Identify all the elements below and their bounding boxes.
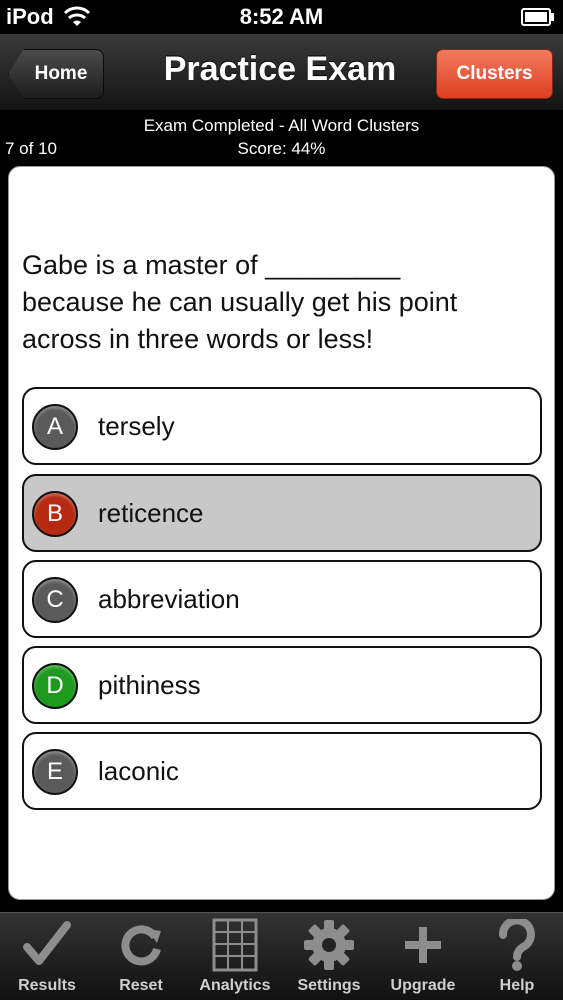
option-e-label: laconic: [98, 756, 179, 786]
plus-icon: [376, 917, 470, 973]
option-c[interactable]: C abbreviation: [22, 560, 542, 638]
question-icon: [470, 917, 563, 973]
home-button[interactable]: Home: [8, 49, 104, 99]
tab-help[interactable]: Help: [470, 913, 563, 1000]
option-b-label: reticence: [98, 498, 204, 528]
gear-icon: [282, 917, 376, 973]
navigation-bar: Home Practice Exam Clusters: [0, 34, 563, 110]
question-line: across in three words or less!: [22, 324, 374, 354]
option-e-badge: E: [32, 749, 78, 795]
tab-analytics[interactable]: Analytics: [188, 913, 282, 1000]
option-d[interactable]: D pithiness: [22, 646, 542, 724]
option-a[interactable]: A tersely: [22, 387, 542, 465]
option-d-label: pithiness: [98, 670, 201, 700]
clusters-button[interactable]: Clusters: [436, 49, 553, 99]
tab-settings[interactable]: Settings: [282, 913, 376, 1000]
tab-reset-label: Reset: [119, 977, 163, 994]
tab-results-label: Results: [18, 977, 76, 994]
grid-icon: [188, 917, 282, 973]
battery-icon: [521, 8, 554, 26]
tab-analytics-label: Analytics: [199, 977, 271, 994]
refresh-icon: [94, 917, 188, 973]
option-b[interactable]: B reticence: [22, 474, 542, 552]
status-time: 8:52 AM: [239, 4, 324, 29]
option-d-badge: D: [32, 663, 78, 709]
option-b-badge: B: [32, 491, 78, 537]
checkmark-icon: [0, 917, 94, 973]
page-title: Practice Exam: [163, 50, 397, 88]
option-c-badge: C: [32, 577, 78, 623]
question-card: Gabe is a master of _________ because he…: [8, 166, 555, 900]
question-line: Gabe is a master of _________: [22, 250, 401, 280]
tab-reset[interactable]: Reset: [94, 913, 188, 1000]
exam-status: Exam Completed - All Word Clusters: [143, 116, 420, 135]
status-bar: iPod 8:52 AM: [0, 0, 563, 34]
tab-settings-label: Settings: [297, 977, 361, 994]
tab-results[interactable]: Results: [0, 913, 94, 1000]
tab-upgrade[interactable]: Upgrade: [376, 913, 470, 1000]
question-line: because he can usually get his point: [22, 287, 458, 317]
tab-bar: Results Reset Analytics Settings Upgrade…: [0, 912, 563, 1000]
option-a-badge: A: [32, 404, 78, 450]
score-label: Score: 44%: [237, 139, 326, 158]
exam-info: Exam Completed - All Word Clusters 7 of …: [0, 110, 563, 166]
option-e[interactable]: E laconic: [22, 732, 542, 810]
option-c-label: abbreviation: [98, 584, 240, 614]
option-a-label: tersely: [98, 411, 175, 441]
question-text: Gabe is a master of _________ because he…: [22, 247, 542, 358]
tab-help-label: Help: [499, 977, 535, 994]
tab-upgrade-label: Upgrade: [390, 977, 456, 994]
